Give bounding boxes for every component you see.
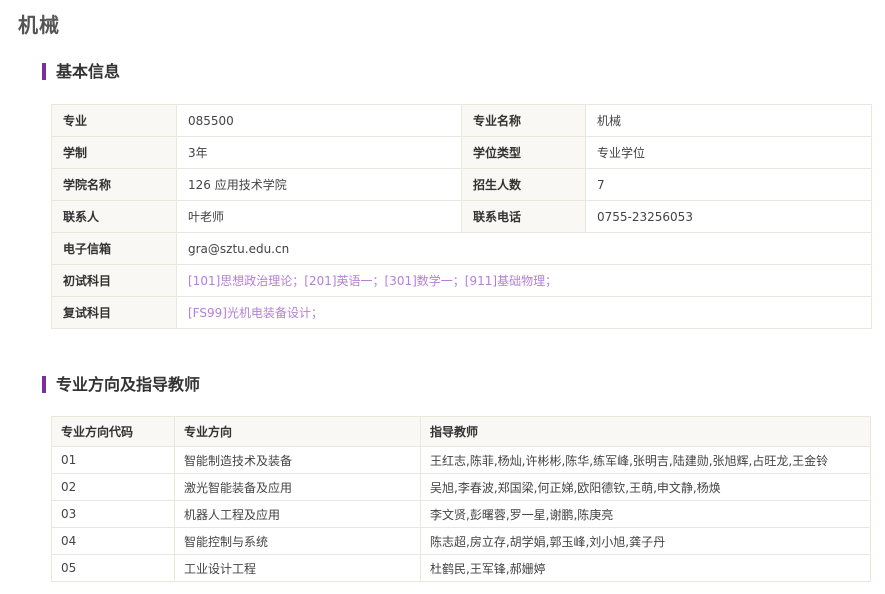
info-value: 专业学位: [585, 136, 872, 169]
info-row-email: 电子信箱 gra@sztu.edu.cn: [51, 232, 872, 265]
direction-name: 智能控制与系统: [174, 527, 421, 555]
table-row: 04 智能控制与系统 陈志超,房立存,胡学娟,郭玉峰,刘小旭,龚子丹: [51, 527, 871, 555]
info-value: 0755-23256053: [585, 200, 872, 233]
direction-code: 05: [51, 554, 175, 582]
table-row: 01 智能制造技术及装备 王红志,陈菲,杨灿,许彬彬,陈华,练军峰,张明吉,陆建…: [51, 446, 871, 474]
info-row-duration: 学制 3年 学位类型 专业学位: [51, 136, 872, 169]
section-title-basic-info: 基本信息: [42, 63, 120, 80]
direction-code: 04: [51, 527, 175, 555]
info-value: 126 应用技术学院: [176, 168, 462, 201]
info-row-retest: 复试科目 [FS99]光机电装备设计；: [51, 296, 872, 329]
direction-name: 机器人工程及应用: [174, 500, 421, 528]
info-value: 085500: [176, 104, 462, 137]
direction-advisors: 李文贤,彭曙蓉,罗一星,谢鹏,陈庚亮: [420, 500, 871, 528]
direction-code: 02: [51, 473, 175, 501]
info-label: 复试科目: [51, 296, 177, 329]
info-label: 联系人: [51, 200, 177, 233]
info-label: 电子信箱: [51, 232, 177, 265]
direction-name: 智能制造技术及装备: [174, 446, 421, 474]
basic-info-table: 专业 085500 专业名称 机械 学制 3年 学位类型 专业学位 学院名称 1…: [51, 104, 872, 329]
column-header-direction: 专业方向: [174, 416, 421, 447]
section-title-directions: 专业方向及指导教师: [42, 376, 200, 393]
info-value: 叶老师: [176, 200, 462, 233]
column-header-advisors: 指导教师: [420, 416, 871, 447]
table-row: 02 激光智能装备及应用 吴旭,李春波,郑国梁,何正娣,欧阳德钦,王萌,申文静,…: [51, 473, 871, 501]
info-value: 7: [585, 168, 872, 201]
direction-advisors: 杜鹤民,王军锋,郝姗婷: [420, 554, 871, 582]
initial-exam-subjects-link[interactable]: [101]思想政治理论；[201]英语一；[301]数学一；[911]基础物理；: [176, 264, 872, 297]
info-row-contact: 联系人 叶老师 联系电话 0755-23256053: [51, 200, 872, 233]
info-label: 专业名称: [461, 104, 586, 137]
page-title: 机械: [18, 13, 60, 37]
directions-header-row: 专业方向代码 专业方向 指导教师: [51, 416, 871, 447]
info-row-major: 专业 085500 专业名称 机械: [51, 104, 872, 137]
info-label: 联系电话: [461, 200, 586, 233]
direction-code: 03: [51, 500, 175, 528]
direction-advisors: 吴旭,李春波,郑国梁,何正娣,欧阳德钦,王萌,申文静,杨焕: [420, 473, 871, 501]
info-value: 3年: [176, 136, 462, 169]
info-label: 学制: [51, 136, 177, 169]
column-header-code: 专业方向代码: [51, 416, 175, 447]
direction-name: 工业设计工程: [174, 554, 421, 582]
info-label: 初试科目: [51, 264, 177, 297]
direction-code: 01: [51, 446, 175, 474]
info-row-initial-exam: 初试科目 [101]思想政治理论；[201]英语一；[301]数学一；[911]…: [51, 264, 872, 297]
email-value: gra@sztu.edu.cn: [176, 232, 872, 265]
info-label: 专业: [51, 104, 177, 137]
info-row-college: 学院名称 126 应用技术学院 招生人数 7: [51, 168, 872, 201]
direction-advisors: 王红志,陈菲,杨灿,许彬彬,陈华,练军峰,张明吉,陆建勋,张旭辉,占旺龙,王金铃: [420, 446, 871, 474]
info-label: 学位类型: [461, 136, 586, 169]
table-row: 05 工业设计工程 杜鹤民,王军锋,郝姗婷: [51, 554, 871, 582]
info-label: 学院名称: [51, 168, 177, 201]
direction-advisors: 陈志超,房立存,胡学娟,郭玉峰,刘小旭,龚子丹: [420, 527, 871, 555]
direction-name: 激光智能装备及应用: [174, 473, 421, 501]
directions-table: 专业方向代码 专业方向 指导教师 01 智能制造技术及装备 王红志,陈菲,杨灿,…: [51, 416, 871, 582]
table-row: 03 机器人工程及应用 李文贤,彭曙蓉,罗一星,谢鹏,陈庚亮: [51, 500, 871, 528]
info-label: 招生人数: [461, 168, 586, 201]
retest-subjects-link[interactable]: [FS99]光机电装备设计；: [176, 296, 872, 329]
info-value: 机械: [585, 104, 872, 137]
